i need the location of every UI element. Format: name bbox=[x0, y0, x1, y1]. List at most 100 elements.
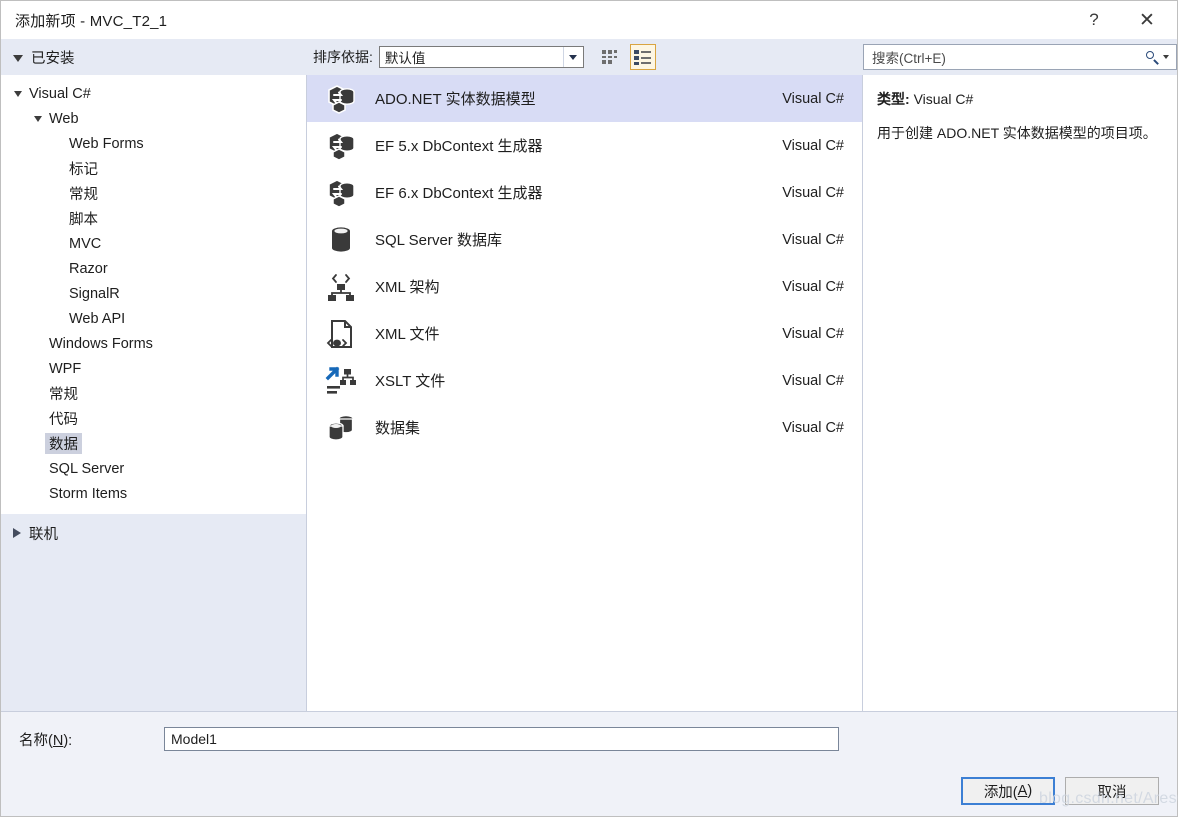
installed-header[interactable]: 已安装 bbox=[1, 39, 307, 75]
details-type-row: 类型: Visual C# bbox=[877, 89, 1161, 109]
template-name: XSLT 文件 bbox=[375, 373, 446, 390]
tree-item-[interactable]: 脚本 bbox=[1, 206, 306, 231]
entity-data-model-icon bbox=[328, 131, 355, 161]
tree-item-[interactable]: 常规 bbox=[1, 181, 306, 206]
template-icon bbox=[319, 224, 363, 256]
template-icon bbox=[319, 130, 363, 162]
search-placeholder: 搜索(Ctrl+E) bbox=[872, 51, 946, 66]
tree-item-[interactable]: 代码 bbox=[1, 406, 306, 431]
template-list-item[interactable]: XML 架构 Visual C# bbox=[307, 263, 862, 310]
tree-item-label: Windows Forms bbox=[49, 335, 153, 352]
tree-item-label: Razor bbox=[69, 260, 108, 277]
tree-item-label: Storm Items bbox=[49, 485, 128, 502]
template-icon bbox=[319, 318, 363, 350]
details-description: 用于创建 ADO.NET 实体数据模型的项目项。 bbox=[877, 125, 1157, 141]
tree-item-label: SignalR bbox=[69, 285, 120, 302]
tree-item-windows-forms[interactable]: Windows Forms bbox=[1, 331, 306, 356]
template-language: Visual C# bbox=[782, 419, 844, 436]
title-bar: 添加新项 - MVC_T2_1 ? ✕ bbox=[1, 1, 1177, 39]
chevron-down-icon[interactable] bbox=[562, 47, 583, 67]
template-list-item[interactable]: EF 6.x DbContext 生成器 Visual C# bbox=[307, 169, 862, 216]
tree-item-label: 代码 bbox=[49, 412, 78, 428]
name-field[interactable]: Model1 bbox=[164, 727, 839, 751]
template-name: XML 架构 bbox=[375, 279, 440, 296]
name-label-suffix: ): bbox=[63, 732, 73, 749]
tree-item-[interactable]: 标记 bbox=[1, 156, 306, 181]
help-button[interactable]: ? bbox=[1071, 1, 1117, 39]
xslt-file-icon bbox=[325, 366, 356, 394]
template-name: EF 6.x DbContext 生成器 bbox=[375, 185, 543, 202]
search-icon[interactable] bbox=[1146, 50, 1159, 64]
name-field-value: Model1 bbox=[171, 731, 217, 747]
name-label: 名称(N): bbox=[19, 729, 164, 750]
window-controls: ? ✕ bbox=[1071, 1, 1177, 39]
tree-item-label: MVC bbox=[69, 235, 102, 252]
installed-label: 已安装 bbox=[31, 50, 75, 67]
add-label-suffix: ) bbox=[1027, 783, 1033, 799]
template-name: ADO.NET 实体数据模型 bbox=[375, 91, 536, 108]
grid-view-button[interactable] bbox=[598, 44, 624, 70]
tree-item-label: Visual C# bbox=[29, 85, 91, 102]
template-list-item[interactable]: XML 文件 Visual C# bbox=[307, 310, 862, 357]
tree-item-label: Web Forms bbox=[69, 135, 144, 152]
dialog-title: 添加新项 - MVC_T2_1 bbox=[15, 12, 168, 30]
tree-item-storm-items[interactable]: Storm Items bbox=[1, 481, 306, 506]
sort-by-select[interactable]: 默认值 bbox=[378, 46, 584, 68]
tree-item-mvc[interactable]: MVC bbox=[1, 231, 306, 256]
template-name: SQL Server 数据库 bbox=[375, 232, 502, 249]
template-list-item[interactable]: 数据集 Visual C# bbox=[307, 404, 862, 451]
name-row: 名称(N): Model1 bbox=[1, 712, 1177, 766]
template-language: Visual C# bbox=[782, 325, 844, 342]
tree-item-web-forms[interactable]: Web Forms bbox=[1, 131, 306, 156]
template-list-item[interactable]: ADO.NET 实体数据模型 Visual C# bbox=[307, 75, 862, 122]
template-language: Visual C# bbox=[782, 137, 844, 154]
template-icon bbox=[319, 365, 363, 397]
tree-item-visual-c[interactable]: Visual C# bbox=[1, 81, 306, 106]
name-label-accesskey: N bbox=[52, 732, 64, 749]
tree-item-web-api[interactable]: Web API bbox=[1, 306, 306, 331]
chevron-right-icon bbox=[13, 528, 21, 538]
tree-item-label: 常规 bbox=[49, 387, 78, 403]
dialog-footer: 名称(N): Model1 添加(A) 取消 bbox=[1, 711, 1177, 816]
list-toolbar: 排序依据: 默认值 bbox=[307, 39, 863, 75]
add-button[interactable]: 添加(A) bbox=[961, 777, 1055, 805]
tree-item-label: 脚本 bbox=[69, 212, 98, 228]
template-icon bbox=[319, 412, 363, 444]
xml-schema-icon bbox=[328, 273, 354, 301]
tree-item-label: WPF bbox=[49, 360, 82, 377]
template-language: Visual C# bbox=[782, 184, 844, 201]
list-view-button[interactable] bbox=[629, 44, 656, 70]
template-list-item[interactable]: EF 5.x DbContext 生成器 Visual C# bbox=[307, 122, 862, 169]
sort-by-value: 默认值 bbox=[384, 51, 426, 66]
chevron-down-icon bbox=[31, 115, 45, 122]
search-controls bbox=[1146, 45, 1169, 69]
view-mode-toggle-group bbox=[598, 44, 656, 70]
template-list-item[interactable]: SQL Server 数据库 Visual C# bbox=[307, 216, 862, 263]
template-list: ADO.NET 实体数据模型 Visual C# EF 5.x DbContext … bbox=[307, 75, 863, 711]
category-sidebar: Visual C# Web Web Forms 标记 常规 脚本 MVC Razor Signa… bbox=[1, 75, 307, 711]
button-row: 添加(A) 取消 bbox=[1, 766, 1177, 816]
add-new-item-dialog: 添加新项 - MVC_T2_1 ? ✕ 已安装 排序依据: 默认值 搜索(Ctr… bbox=[0, 0, 1178, 817]
chevron-down-glyph bbox=[14, 90, 22, 97]
dialog-body: Visual C# Web Web Forms 标记 常规 脚本 MVC Razor Signa… bbox=[1, 75, 1177, 711]
tree-item-label: 常规 bbox=[69, 187, 98, 203]
tree-item-signalr[interactable]: SignalR bbox=[1, 281, 306, 306]
template-list-item[interactable]: XSLT 文件 Visual C# bbox=[307, 357, 862, 404]
tree-item-[interactable]: 常规 bbox=[1, 381, 306, 406]
chevron-down-icon[interactable] bbox=[1163, 55, 1169, 59]
template-language: Visual C# bbox=[782, 231, 844, 248]
search-input[interactable]: 搜索(Ctrl+E) bbox=[863, 44, 1177, 70]
tree-item-[interactable]: 数据 bbox=[1, 431, 306, 456]
close-button[interactable]: ✕ bbox=[1117, 1, 1177, 39]
tree-item-label: 数据 bbox=[45, 433, 82, 454]
tree-item-wpf[interactable]: WPF bbox=[1, 356, 306, 381]
add-label-prefix: 添加( bbox=[983, 784, 1018, 801]
entity-data-model-icon bbox=[328, 84, 355, 114]
tree-item-web[interactable]: Web bbox=[1, 106, 306, 131]
chevron-down-glyph bbox=[34, 115, 42, 122]
cancel-button[interactable]: 取消 bbox=[1065, 777, 1159, 805]
details-pane: 类型: Visual C# 用于创建 ADO.NET 实体数据模型的项目项。 bbox=[863, 75, 1177, 711]
online-header[interactable]: 联机 bbox=[1, 515, 306, 551]
tree-item-razor[interactable]: Razor bbox=[1, 256, 306, 281]
tree-item-sql-server[interactable]: SQL Server bbox=[1, 456, 306, 481]
